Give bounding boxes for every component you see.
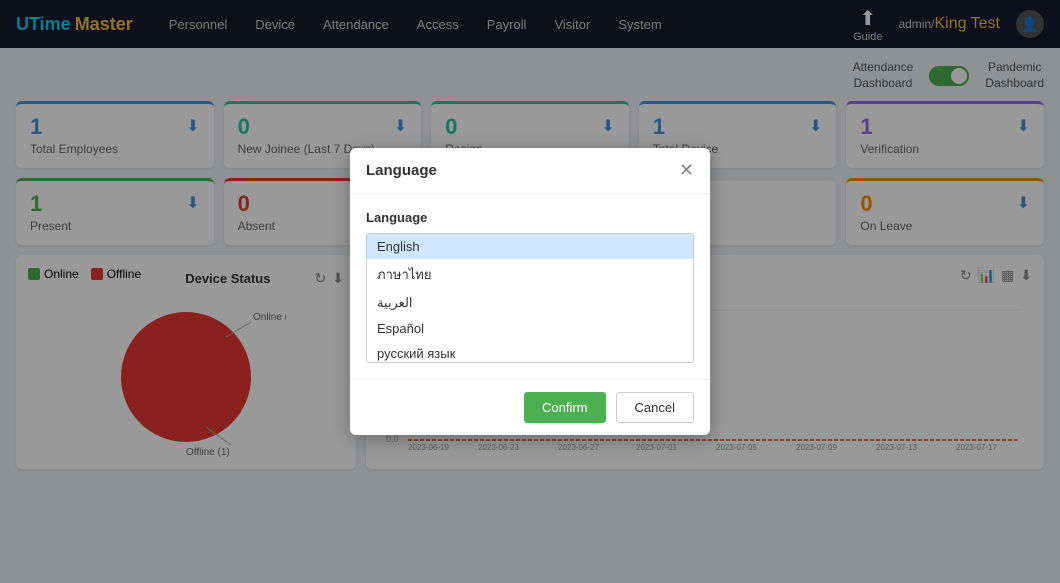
lang-option-spanish[interactable]: Español [367,316,693,341]
cancel-button[interactable]: Cancel [616,392,694,423]
modal-footer: Confirm Cancel [350,379,710,435]
modal-title: Language [366,162,437,179]
language-modal: Language ✕ Language English ภาษาไทย العر… [350,148,710,435]
lang-option-russian[interactable]: русский язык [367,341,693,363]
lang-option-english[interactable]: English [367,234,693,259]
modal-body: Language English ภาษาไทย العربية Español… [350,194,710,379]
modal-header: Language ✕ [350,148,710,194]
lang-option-arabic[interactable]: العربية [367,290,693,316]
lang-option-thai[interactable]: ภาษาไทย [367,259,693,290]
modal-close-button[interactable]: ✕ [679,160,694,181]
language-select[interactable]: English ภาษาไทย العربية Español русский … [366,233,694,363]
language-section-label: Language [366,210,694,225]
confirm-button[interactable]: Confirm [524,392,606,423]
modal-overlay[interactable]: Language ✕ Language English ภาษาไทย العر… [0,0,1060,583]
